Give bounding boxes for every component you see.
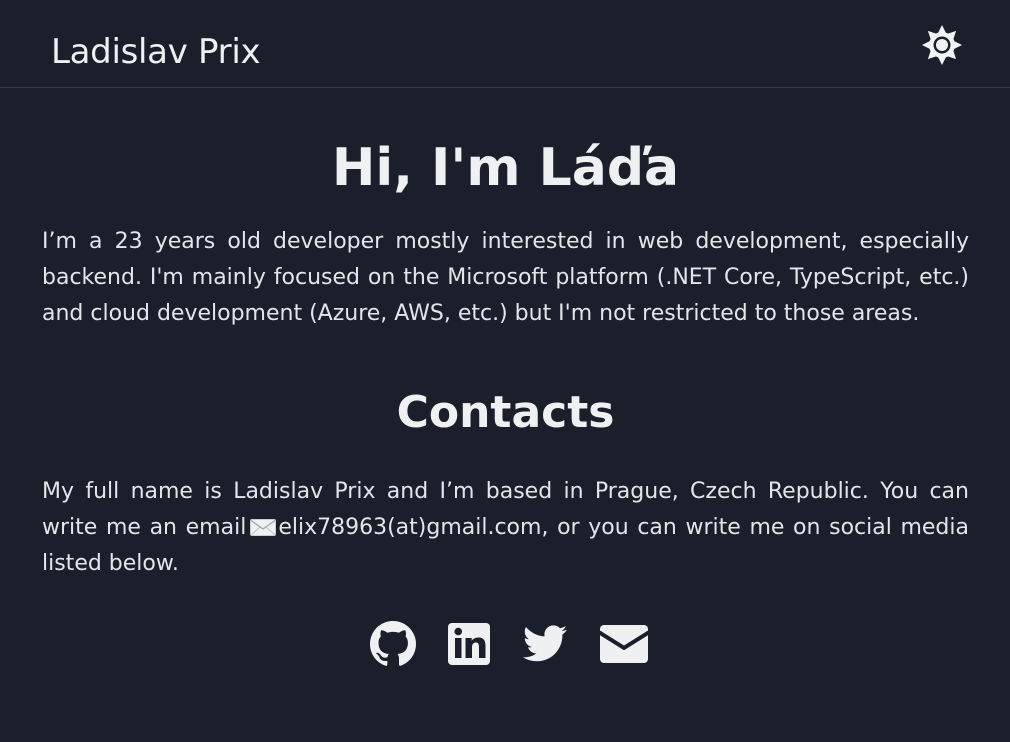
linkedin-icon: [447, 623, 490, 665]
hero-title: Hi, I'm Láďa: [331, 138, 680, 198]
twitter-icon: [522, 625, 567, 662]
contact-email[interactable]: elix78963(at)gmail.com: [278, 515, 541, 540]
github-icon: [369, 621, 416, 666]
linkedin-link[interactable]: [447, 620, 491, 668]
site-header: Ladislav Prix: [0, 0, 1010, 88]
site-title[interactable]: Ladislav Prix: [51, 31, 261, 73]
sun-icon: [922, 25, 962, 65]
social-links: [42, 620, 969, 668]
email-icon: [599, 625, 648, 663]
contacts-title: Contacts: [396, 387, 615, 438]
page: Ladislav Prix Hi, I'm Láďa I’m a 23 year…: [0, 0, 1010, 742]
email-link[interactable]: [599, 620, 649, 668]
theme-toggle-button[interactable]: [921, 24, 963, 66]
contacts-paragraph: My full name is Ladislav Prix and I’m ba…: [42, 474, 969, 582]
envelope-emoji-icon: [250, 519, 277, 536]
intro-paragraph: I’m a 23 years old developer mostly inte…: [42, 229, 969, 326]
twitter-link[interactable]: [521, 620, 569, 668]
main-content: Hi, I'm Láďa I’m a 23 years old develope…: [0, 88, 1010, 668]
github-link[interactable]: [369, 620, 417, 668]
